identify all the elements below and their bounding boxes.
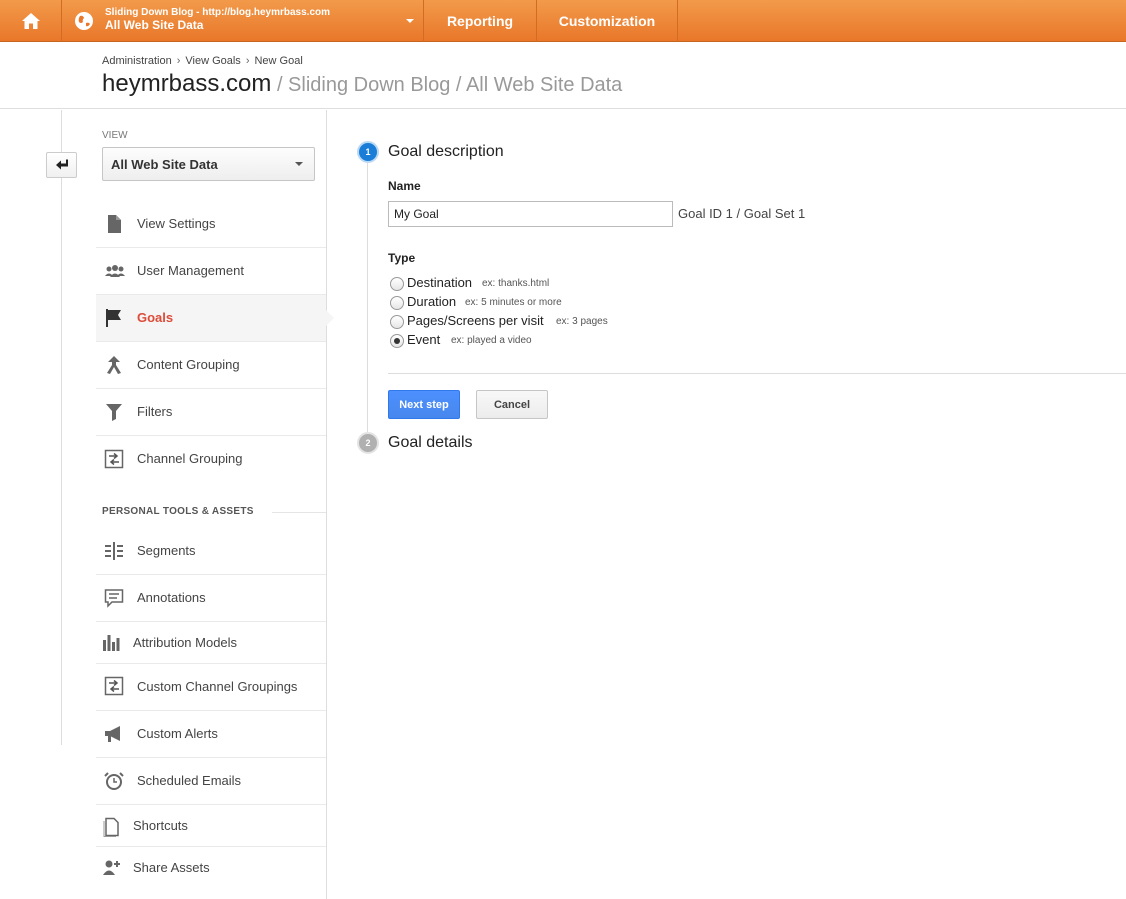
sidebar-item-label: Attribution Models (133, 635, 238, 650)
radio-example: ex: 3 pages (556, 316, 608, 327)
tab-reporting[interactable]: Reporting (424, 0, 537, 42)
segments-icon (105, 542, 123, 560)
sidebar-item-label: Content Grouping (137, 357, 240, 372)
radio-destination[interactable] (390, 277, 404, 291)
sidebar-item-label: View Settings (137, 216, 216, 231)
section-heading-personal-tools: PERSONAL TOOLS & ASSETS (102, 506, 254, 517)
sidebar-item-custom-alerts[interactable]: Custom Alerts (96, 711, 326, 758)
sidebar-item-segments[interactable]: Segments (96, 528, 326, 575)
goal-id-text: Goal ID 1 / Goal Set 1 (678, 206, 806, 221)
sidebar-item-user-management[interactable]: User Management (96, 248, 326, 295)
page-title-path: / Sliding Down Blog / All Web Site Data (271, 74, 623, 96)
page-title-account: heymrbass.com (102, 70, 272, 97)
funnel-icon (106, 404, 122, 421)
sidebar-item-content-grouping[interactable]: Content Grouping (96, 342, 326, 389)
users-icon (105, 265, 125, 277)
sidebar-item-scheduled-emails[interactable]: Scheduled Emails (96, 758, 326, 805)
comment-icon (104, 589, 124, 608)
sidebar-item-view-settings[interactable]: View Settings (96, 201, 326, 248)
goal-name-input[interactable] (388, 201, 673, 227)
chevron-down-icon (295, 162, 303, 166)
breadcrumb-separator: › (245, 55, 250, 67)
home-icon (21, 13, 40, 29)
step-title-goal-description: Goal description (388, 143, 504, 160)
sidebar-item-label: Channel Grouping (137, 451, 243, 466)
sidebar-item-annotations[interactable]: Annotations (96, 575, 326, 622)
sidebar-item-filters[interactable]: Filters (96, 389, 326, 436)
radio-example: ex: played a video (451, 335, 532, 346)
radio-label: Destination (407, 275, 473, 290)
page-icon (103, 817, 119, 837)
chevron-down-icon (406, 19, 414, 23)
sidebar-item-label: Filters (137, 404, 173, 419)
sidebar-item-label: Custom Alerts (137, 726, 218, 741)
step-number-2: 2 (357, 432, 379, 454)
section-divider (272, 512, 326, 513)
name-label: Name (388, 179, 421, 193)
radio-duration[interactable] (390, 296, 404, 310)
radio-label: Pages/Screens per visit (407, 313, 544, 328)
view-label: VIEW (102, 130, 128, 141)
sidebar-item-share-assets[interactable]: Share Assets (96, 847, 326, 889)
step-title-goal-details: Goal details (388, 434, 473, 451)
rail-divider (61, 110, 62, 745)
back-button[interactable] (46, 152, 77, 178)
account-selector[interactable]: Sliding Down Blog - http://blog.heymrbas… (62, 0, 424, 42)
home-button[interactable] (0, 0, 62, 42)
account-property-name: Sliding Down Blog - http://blog.heymrbas… (105, 7, 330, 18)
sidebar-item-label: Annotations (137, 590, 206, 605)
merge-arrow-icon (107, 356, 121, 374)
radio-example: ex: 5 minutes or more (465, 297, 562, 308)
radio-event[interactable] (390, 334, 404, 348)
channel-icon (104, 449, 124, 469)
radio-example: ex: thanks.html (482, 278, 550, 289)
bar-chart-icon (103, 635, 120, 651)
add-user-icon (103, 860, 120, 875)
sidebar-item-label: Custom Channel Groupings (137, 679, 298, 694)
sidebar-item-custom-channel-groupings[interactable]: Custom Channel Groupings (96, 664, 326, 711)
flag-icon (106, 309, 121, 327)
back-arrow-icon (55, 159, 68, 170)
step-number-1: 1 (357, 141, 379, 163)
active-indicator (326, 310, 334, 326)
sidebar-item-label: Share Assets (133, 860, 210, 875)
sidebar-item-channel-grouping[interactable]: Channel Grouping (96, 436, 326, 483)
breadcrumb: Administration › View Goals › New Goal (102, 55, 303, 67)
breadcrumb-separator: › (176, 55, 181, 67)
view-select[interactable]: All Web Site Data (102, 147, 315, 181)
sidebar-item-label: Segments (137, 543, 196, 558)
view-select-value: All Web Site Data (111, 157, 218, 172)
sidebar-item-attribution-models[interactable]: Attribution Models (96, 622, 326, 664)
sidebar-item-goals[interactable]: Goals (96, 295, 326, 342)
page-title: heymrbass.com / Sliding Down Blog / All … (102, 70, 622, 98)
radio-label: Duration (407, 294, 457, 309)
channel-icon (104, 676, 124, 696)
step-connector (367, 163, 368, 432)
top-navigation-bar: Sliding Down Blog - http://blog.heymrbas… (0, 0, 1126, 42)
type-label: Type (388, 251, 416, 265)
sidebar-item-shortcuts[interactable]: Shortcuts (96, 805, 326, 847)
document-icon (108, 215, 121, 233)
alarm-clock-icon (104, 772, 124, 790)
cancel-button[interactable]: Cancel (476, 390, 548, 419)
sidebar-item-label: Goals (137, 310, 174, 325)
breadcrumb-administration[interactable]: Administration (102, 55, 172, 67)
sidebar-item-label: Shortcuts (133, 818, 188, 833)
header-divider (0, 108, 1126, 109)
sidebar-item-label: Scheduled Emails (137, 773, 242, 788)
breadcrumb-view-goals[interactable]: View Goals (185, 55, 240, 67)
sidebar-divider (326, 110, 327, 899)
megaphone-icon (105, 726, 120, 742)
form-divider (388, 373, 1126, 374)
next-step-button[interactable]: Next step (388, 390, 460, 419)
account-view-name: All Web Site Data (105, 18, 204, 32)
sidebar-item-label: User Management (137, 263, 244, 278)
breadcrumb-new-goal: New Goal (254, 55, 303, 67)
radio-pages-screens[interactable] (390, 315, 404, 329)
globe-icon (75, 12, 93, 30)
tab-customization[interactable]: Customization (537, 0, 678, 42)
radio-label: Event (407, 332, 441, 347)
